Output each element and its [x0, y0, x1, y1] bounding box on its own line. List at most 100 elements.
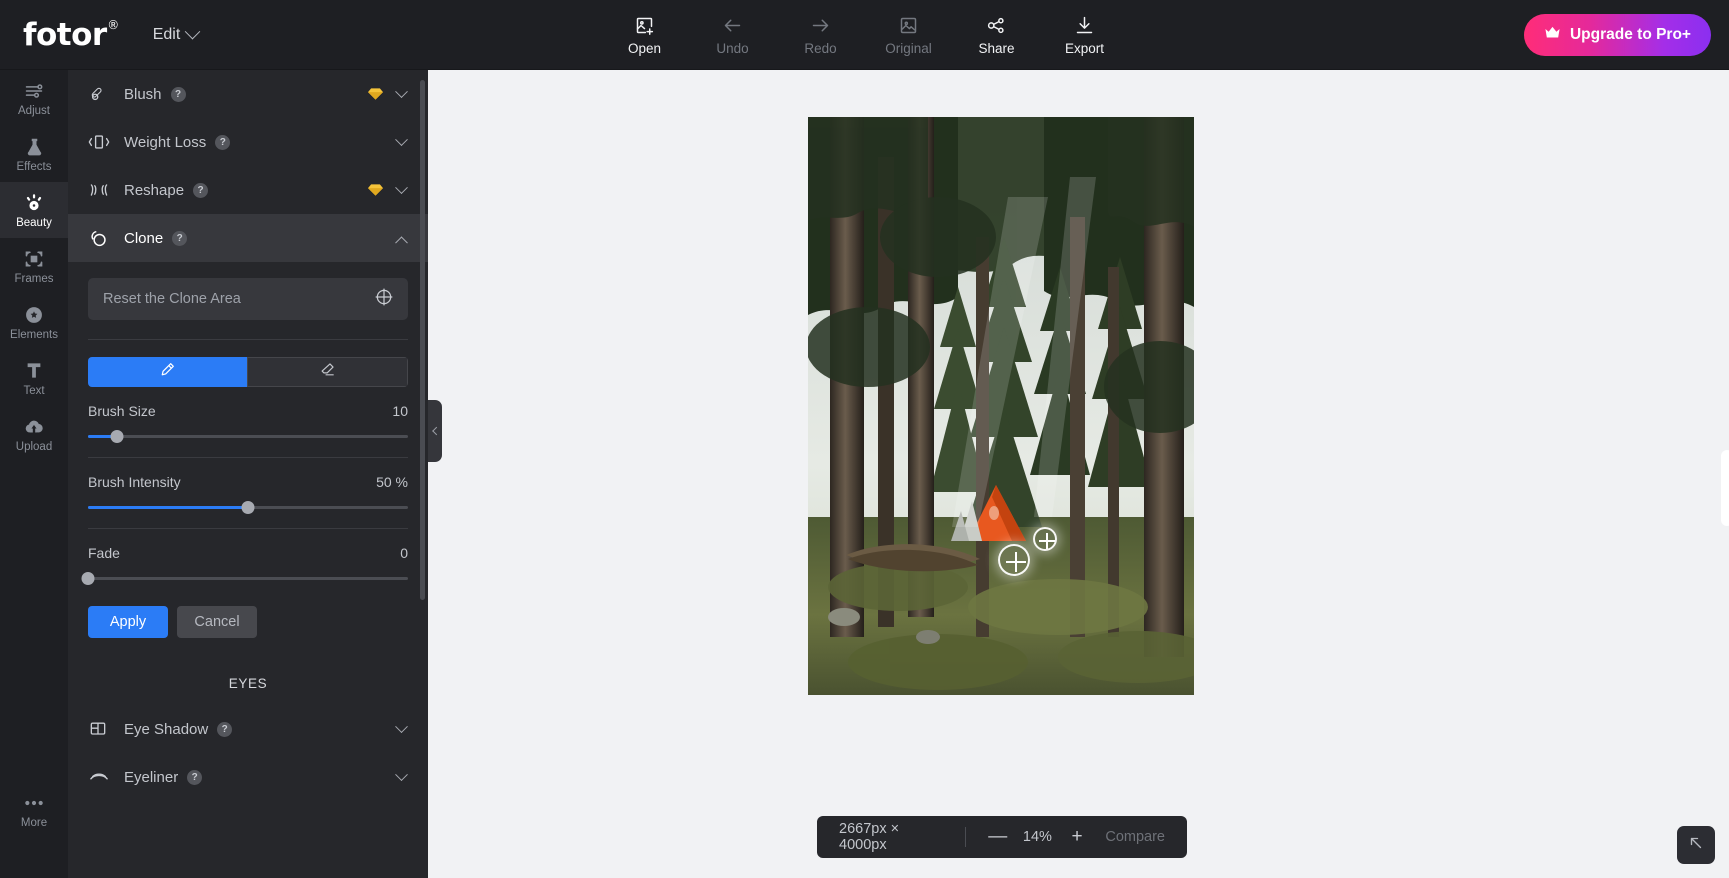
fade-track[interactable]	[81, 572, 408, 585]
clone-source-marker[interactable]	[1033, 527, 1057, 551]
chevron-down-icon[interactable]	[395, 719, 408, 733]
sidebar-item-frames[interactable]: Frames	[0, 238, 68, 294]
panel-scrollbar[interactable]	[420, 80, 425, 600]
zoom-in-button[interactable]: +	[1065, 826, 1090, 848]
share-label: Share	[978, 41, 1015, 56]
panel-row-weight-loss[interactable]: Weight Loss ?	[68, 118, 428, 166]
upgrade-to-pro-button[interactable]: Upgrade to Pro+	[1523, 14, 1711, 56]
original-label: Original	[885, 41, 932, 56]
panel-collapse-handle[interactable]	[428, 400, 442, 462]
clone-tool-toggle-group	[88, 357, 408, 387]
brush-tool-button[interactable]	[88, 357, 247, 387]
panel-row-eyeliner[interactable]: Eyeliner ?	[68, 753, 428, 801]
help-icon[interactable]: ?	[172, 230, 188, 246]
export-label: Export	[1064, 41, 1105, 56]
panel-row-reshape[interactable]: Reshape ?	[68, 166, 428, 214]
pencil-icon	[159, 361, 176, 383]
sidebar-item-effects[interactable]: Effects	[0, 126, 68, 182]
fade-value: 0	[400, 545, 408, 561]
help-icon[interactable]: ?	[187, 769, 203, 785]
chevron-up-icon[interactable]	[395, 235, 408, 249]
open-button[interactable]: Open	[616, 13, 674, 56]
eyeliner-icon	[88, 768, 114, 786]
sidebar-item-label: Beauty	[16, 216, 52, 229]
panel-row-label: Blush	[124, 85, 162, 103]
zoom-separator	[964, 827, 966, 847]
premium-diamond-icon	[368, 183, 383, 197]
redo-label: Redo	[804, 41, 837, 56]
clone-destination-marker[interactable]	[998, 544, 1030, 576]
arrow-right-icon	[810, 13, 831, 37]
reset-clone-area-button[interactable]: Reset the Clone Area	[88, 278, 408, 320]
edit-menu[interactable]: Edit	[153, 23, 201, 44]
sidebar-item-upload[interactable]: Upload	[0, 406, 68, 462]
help-icon[interactable]: ?	[217, 721, 233, 737]
fotor-editor-window: fotor ® Edit Open Undo Redo Original Sha…	[0, 0, 1729, 878]
sidebar-item-adjust[interactable]: Adjust	[0, 70, 68, 126]
brush-intensity-knob[interactable]	[241, 501, 255, 514]
fade-knob[interactable]	[81, 572, 95, 585]
sidebar-item-text[interactable]: Text	[0, 350, 68, 406]
sidebar-item-more[interactable]: More	[0, 782, 68, 838]
beauty-panel-scroll: Blush ? Weight Loss ? Reshape ? Clone ? …	[68, 70, 428, 878]
redo-button[interactable]: Redo	[792, 13, 850, 56]
registered-mark: ®	[107, 17, 119, 32]
sidebar-item-label: Effects	[16, 160, 52, 173]
share-button[interactable]: Share	[968, 13, 1026, 56]
chevron-down-icon[interactable]	[395, 767, 408, 781]
top-toolbar: fotor ® Edit Open Undo Redo Original Sha…	[0, 0, 1729, 70]
chevron-down-icon[interactable]	[395, 180, 408, 194]
eraser-tool-button[interactable]	[247, 357, 408, 387]
edited-photo[interactable]	[808, 117, 1194, 695]
forest-campsite-photo	[808, 117, 1194, 695]
brush-intensity-value: 50 %	[376, 474, 408, 490]
cancel-button[interactable]: Cancel	[177, 606, 257, 638]
original-button[interactable]: Original	[880, 13, 938, 56]
compare-button[interactable]: Compare	[1105, 829, 1165, 845]
open-label: Open	[627, 41, 662, 56]
panel-divider	[88, 457, 408, 458]
chevron-down-icon[interactable]	[395, 84, 408, 98]
crown-icon	[1544, 26, 1561, 44]
blush-icon	[88, 84, 114, 104]
image-icon	[898, 13, 919, 37]
chevron-down-icon[interactable]	[395, 132, 408, 146]
help-icon[interactable]: ?	[170, 86, 186, 102]
panel-row-eye-shadow[interactable]: Eye Shadow ?	[68, 705, 428, 753]
chevron-left-icon	[432, 426, 441, 436]
editor-canvas[interactable]: 2667px × 4000px — 14% + Compare	[428, 70, 1729, 878]
help-icon[interactable]: ?	[193, 182, 209, 198]
target-crosshair-icon	[374, 287, 394, 312]
help-icon[interactable]: ?	[215, 134, 231, 150]
export-button[interactable]: Export	[1056, 13, 1114, 56]
sidebar-more-label: More	[20, 816, 48, 829]
sliders-icon	[24, 80, 44, 102]
sidebar-item-label: Elements	[10, 328, 58, 341]
undo-button[interactable]: Undo	[704, 13, 762, 56]
star-icon	[24, 304, 44, 326]
brush-intensity-track[interactable]	[88, 501, 408, 514]
brush-intensity-header: Brush Intensity 50 %	[88, 474, 408, 490]
brush-size-track[interactable]	[88, 430, 408, 443]
fotor-logo[interactable]: fotor ®	[23, 17, 119, 53]
panel-row-label: Weight Loss	[124, 133, 207, 151]
reshape-icon	[88, 181, 114, 199]
eraser-icon	[319, 361, 336, 383]
share-nodes-icon	[986, 13, 1007, 37]
brush-size-slider: Brush Size 10	[88, 403, 408, 443]
clone-action-buttons: Apply Cancel	[88, 606, 408, 638]
eye-icon	[23, 192, 45, 214]
open-image-icon	[634, 13, 655, 37]
download-icon	[1074, 13, 1095, 37]
brush-size-knob[interactable]	[110, 430, 124, 443]
sidebar-item-beauty[interactable]: Beauty	[0, 182, 68, 238]
apply-button[interactable]: Apply	[88, 606, 168, 638]
panel-row-clone[interactable]: Clone ?	[68, 214, 428, 262]
sidebar-item-elements[interactable]: Elements	[0, 294, 68, 350]
brush-size-value: 10	[392, 403, 408, 419]
reset-clone-area-label: Reset the Clone Area	[103, 291, 241, 307]
panel-row-blush[interactable]: Blush ?	[68, 70, 428, 118]
text-t-icon	[25, 360, 43, 382]
fit-to-screen-button[interactable]	[1677, 826, 1715, 864]
zoom-out-button[interactable]: —	[985, 826, 1010, 848]
